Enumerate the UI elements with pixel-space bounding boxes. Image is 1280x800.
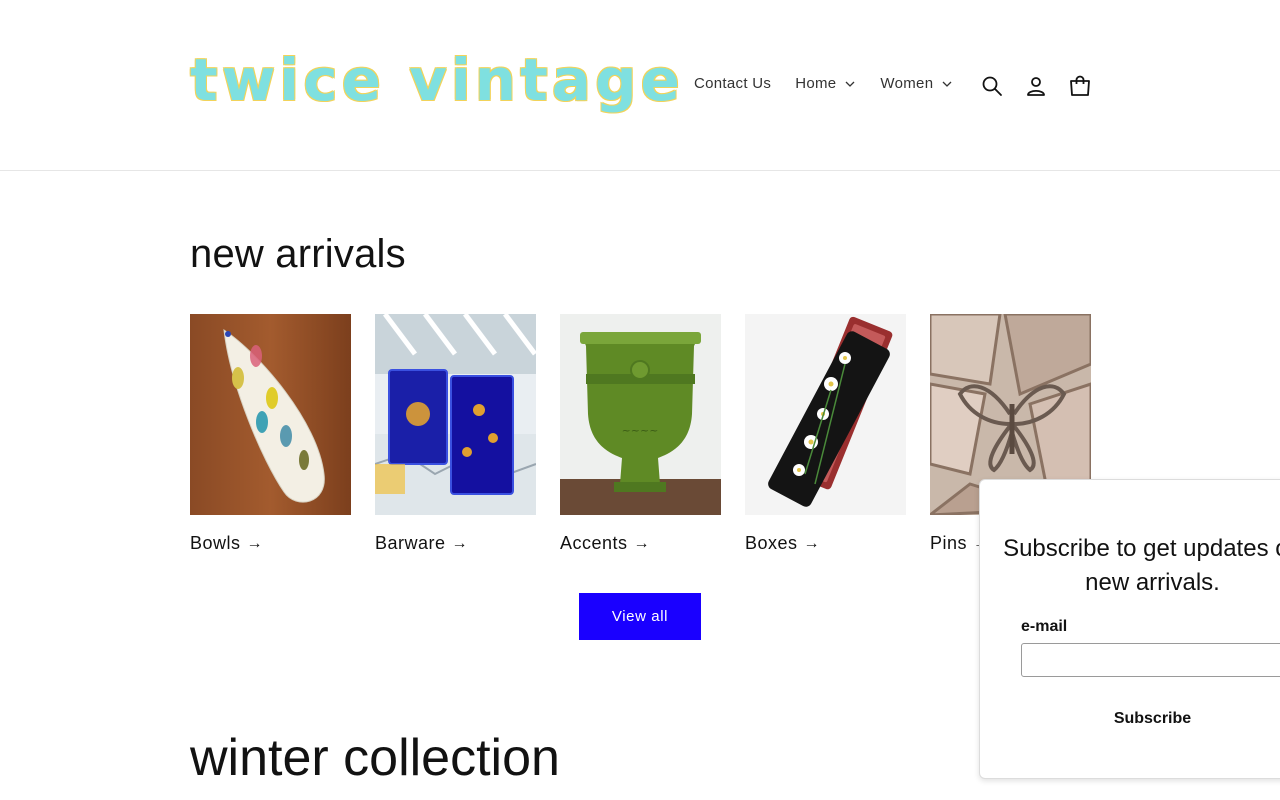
view-all-button[interactable]: View all (579, 593, 701, 640)
nav-item-label: Home (795, 75, 837, 92)
nav-item-home[interactable]: Home (795, 75, 856, 92)
chevron-down-icon (845, 81, 855, 87)
nav-item-label: Contact Us (694, 75, 772, 92)
collection-label-text: Pins (930, 533, 968, 553)
account-button[interactable] (1022, 72, 1050, 100)
site-logo[interactable]: twice vintage (190, 42, 684, 118)
subscribe-popup: Subscribe to get updates on new arrivals… (979, 479, 1280, 779)
arrow-right-icon: → (246, 534, 264, 552)
cart-button[interactable] (1066, 72, 1094, 100)
collection-cards: Bowls → Barware → ~~~~ Accents → Boxes →… (190, 314, 1091, 554)
email-label: e-mail (1021, 618, 1068, 635)
site-header: twice vintage Contact Us Home Women (0, 0, 1280, 171)
svg-text:~~~~: ~~~~ (622, 424, 659, 437)
collection-card-accents[interactable]: ~~~~ Accents → (560, 314, 721, 554)
nav-item-contact-us[interactable]: Contact Us (694, 75, 771, 92)
collection-image-barware (375, 314, 536, 515)
account-icon (1027, 77, 1045, 96)
collection-image-boxes (745, 314, 906, 515)
winter-collection-title: winter collection (190, 729, 560, 787)
arrow-right-icon: → (451, 534, 469, 552)
collection-label-text: Bowls (190, 533, 241, 553)
search-icon (982, 76, 1002, 96)
collection-label-text: Boxes (745, 533, 798, 553)
search-button[interactable] (978, 72, 1006, 100)
email-field[interactable] (1021, 643, 1280, 677)
collection-label: Bowls → (190, 533, 351, 554)
main-nav: Contact Us Home Women (694, 75, 977, 92)
subscribe-button[interactable]: Subscribe (1100, 702, 1205, 736)
collection-label: Boxes → (745, 533, 906, 554)
collection-card-barware[interactable]: Barware → (375, 314, 536, 554)
collection-label: Barware → (375, 533, 536, 554)
header-icons (978, 72, 1094, 100)
collection-card-bowls[interactable]: Bowls → (190, 314, 351, 554)
arrow-right-icon: → (633, 534, 651, 552)
new-arrivals-title: new arrivals (190, 232, 406, 276)
cart-icon (1070, 75, 1090, 96)
collection-label: Accents → (560, 533, 721, 554)
nav-item-label: Women (880, 75, 934, 92)
collection-image-accents: ~~~~ (560, 314, 721, 515)
chevron-down-icon (942, 81, 952, 87)
subscribe-popup-title: Subscribe to get updates on new arrivals… (1003, 535, 1280, 596)
collection-card-boxes[interactable]: Boxes → (745, 314, 906, 554)
arrow-right-icon: → (803, 534, 821, 552)
collection-label-text: Barware (375, 533, 446, 553)
nav-item-women[interactable]: Women (880, 75, 953, 92)
collection-image-bowls (190, 314, 351, 515)
collection-label-text: Accents (560, 533, 628, 553)
